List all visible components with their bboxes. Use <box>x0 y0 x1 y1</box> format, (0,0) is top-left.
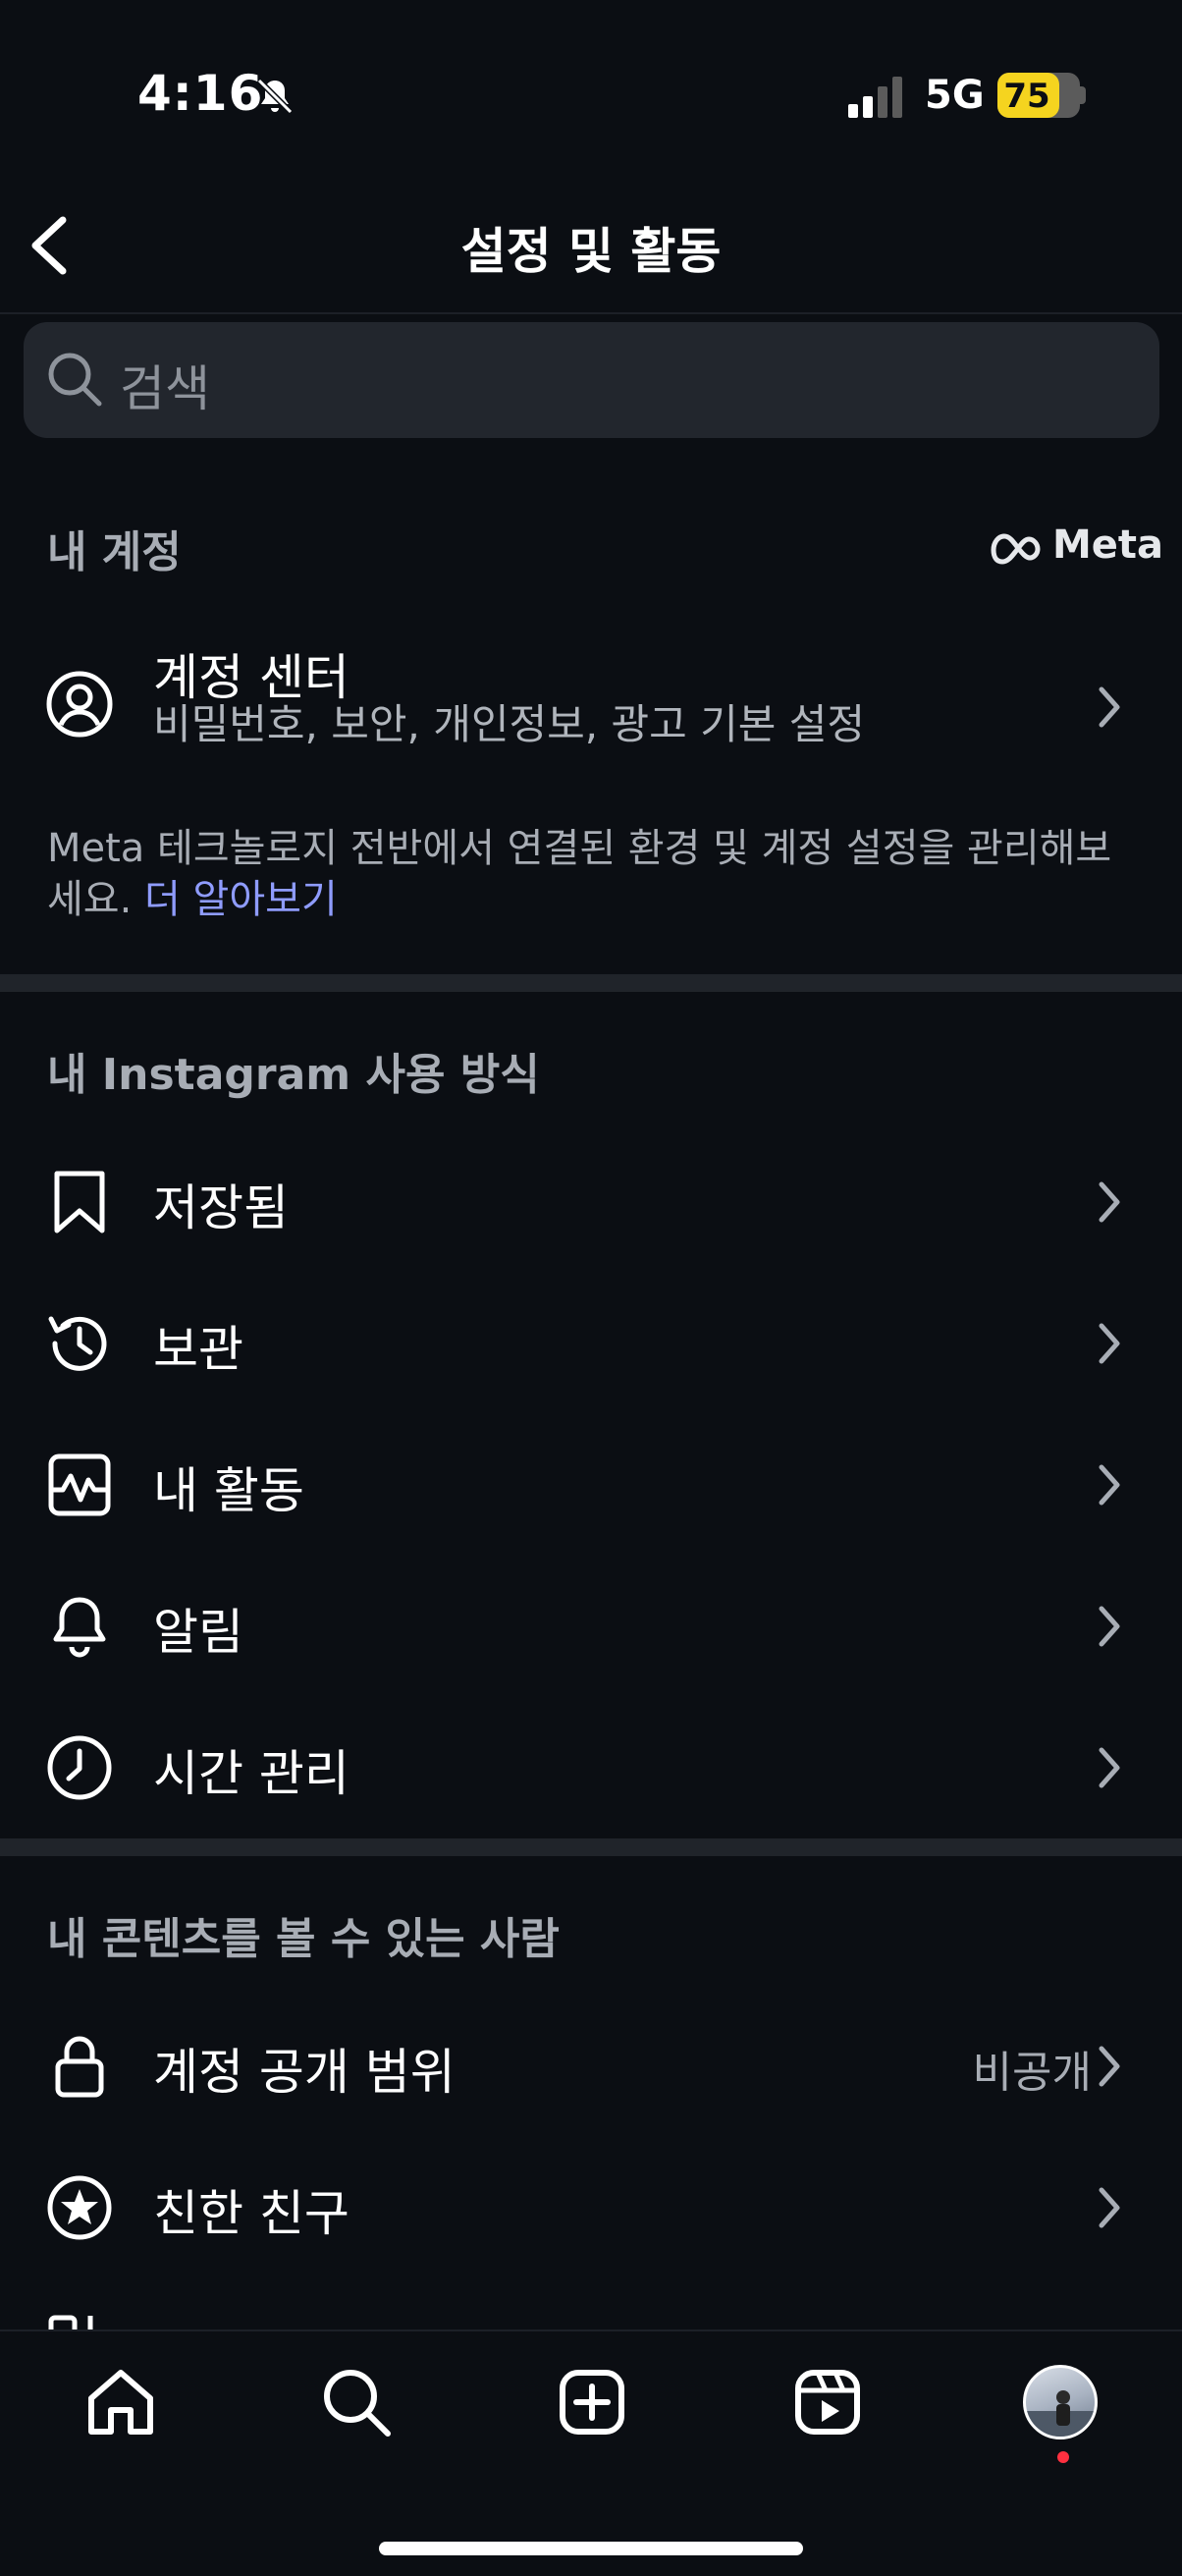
search-placeholder: 검색 <box>120 360 210 417</box>
section-title-my-account: 내 계정 <box>47 527 182 577</box>
account-description: Meta 테크놀로지 전반에서 연결된 환경 및 계정 설정을 관리해보세요. … <box>47 823 1137 925</box>
battery-level: 75 <box>1003 77 1050 116</box>
avatar-photo <box>1026 2390 1095 2437</box>
bell-icon <box>53 1597 106 1658</box>
status-time: 4:16 <box>137 65 264 122</box>
create-icon[interactable] <box>553 2363 631 2441</box>
account-center-subtitle: 비밀번호, 보안, 개인정보, 광고 기본 설정 <box>153 700 866 748</box>
reels-icon[interactable] <box>788 2363 867 2441</box>
account-center-item[interactable]: 계정 센터 비밀번호, 보안, 개인정보, 광고 기본 설정 <box>0 632 1182 780</box>
list-item-notifications[interactable]: 알림 <box>0 1558 1182 1695</box>
list-item-label: 내 활동 <box>153 1462 304 1519</box>
bookmark-icon <box>54 1171 105 1233</box>
next-row-icon-partial <box>48 2315 93 2331</box>
profile-avatar[interactable] <box>1023 2365 1098 2439</box>
header-divider <box>0 312 1182 314</box>
battery-icon: 75 <box>997 73 1080 118</box>
notification-dot <box>1057 2451 1069 2463</box>
chevron-right-icon <box>1099 1606 1120 1647</box>
list-item-account-privacy[interactable]: 계정 공개 범위 비공개 <box>0 1998 1182 2135</box>
chevron-right-icon <box>1099 2046 1120 2087</box>
battery-nub <box>1080 86 1086 104</box>
meta-infinity-icon <box>991 533 1041 565</box>
section-title-visibility: 내 콘텐츠를 볼 수 있는 사람 <box>47 1914 560 1964</box>
list-item-label: 알림 <box>153 1604 243 1661</box>
chevron-right-icon <box>1099 2187 1120 2228</box>
chevron-right-icon <box>1099 1464 1120 1506</box>
section-title-usage: 내 Instagram 사용 방식 <box>47 1050 540 1100</box>
privacy-value: 비공개 <box>972 2048 1092 2098</box>
search-tab-icon[interactable] <box>317 2363 396 2441</box>
search-input[interactable]: 검색 <box>24 322 1159 438</box>
page-title: 설정 및 활동 <box>460 223 722 280</box>
section-separator <box>0 1838 1182 1856</box>
section-separator <box>0 974 1182 992</box>
clock-icon <box>47 1735 112 1800</box>
bottom-tab-bar <box>0 2329 1182 2576</box>
lock-icon <box>55 2036 104 2098</box>
account-circle-icon <box>46 671 113 738</box>
meta-brand-text: Meta <box>1052 522 1164 568</box>
star-circle-icon <box>47 2175 112 2240</box>
list-item-label: 계정 공개 범위 <box>153 2044 456 2101</box>
chevron-right-icon <box>1099 686 1120 728</box>
search-icon <box>48 353 102 407</box>
chevron-right-icon <box>1099 1323 1120 1364</box>
activity-icon <box>48 1453 111 1516</box>
list-item-saved[interactable]: 저장됨 <box>0 1133 1182 1271</box>
bell-muted-icon <box>256 78 294 115</box>
list-item-label: 보관 <box>153 1321 243 1378</box>
home-icon[interactable] <box>81 2363 160 2441</box>
list-item-label: 시간 관리 <box>153 1745 349 1802</box>
list-item-archive[interactable]: 보관 <box>0 1275 1182 1412</box>
archive-history-icon <box>48 1316 107 1371</box>
list-item-close-friends[interactable]: 친한 친구 <box>0 2139 1182 2276</box>
chevron-right-icon <box>1099 1181 1120 1223</box>
list-item-label: 저장됨 <box>153 1179 289 1236</box>
list-item-label: 친한 친구 <box>153 2185 349 2242</box>
chevron-right-icon <box>1099 1747 1120 1788</box>
home-indicator[interactable] <box>379 2542 803 2555</box>
list-item-time-management[interactable]: 시간 관리 <box>0 1699 1182 1836</box>
meta-logo: Meta <box>988 522 1163 568</box>
learn-more-link[interactable]: 더 알아보기 <box>144 877 338 922</box>
signal-icon <box>848 77 902 118</box>
list-item-activity[interactable]: 내 활동 <box>0 1416 1182 1554</box>
network-type: 5G <box>925 73 985 118</box>
